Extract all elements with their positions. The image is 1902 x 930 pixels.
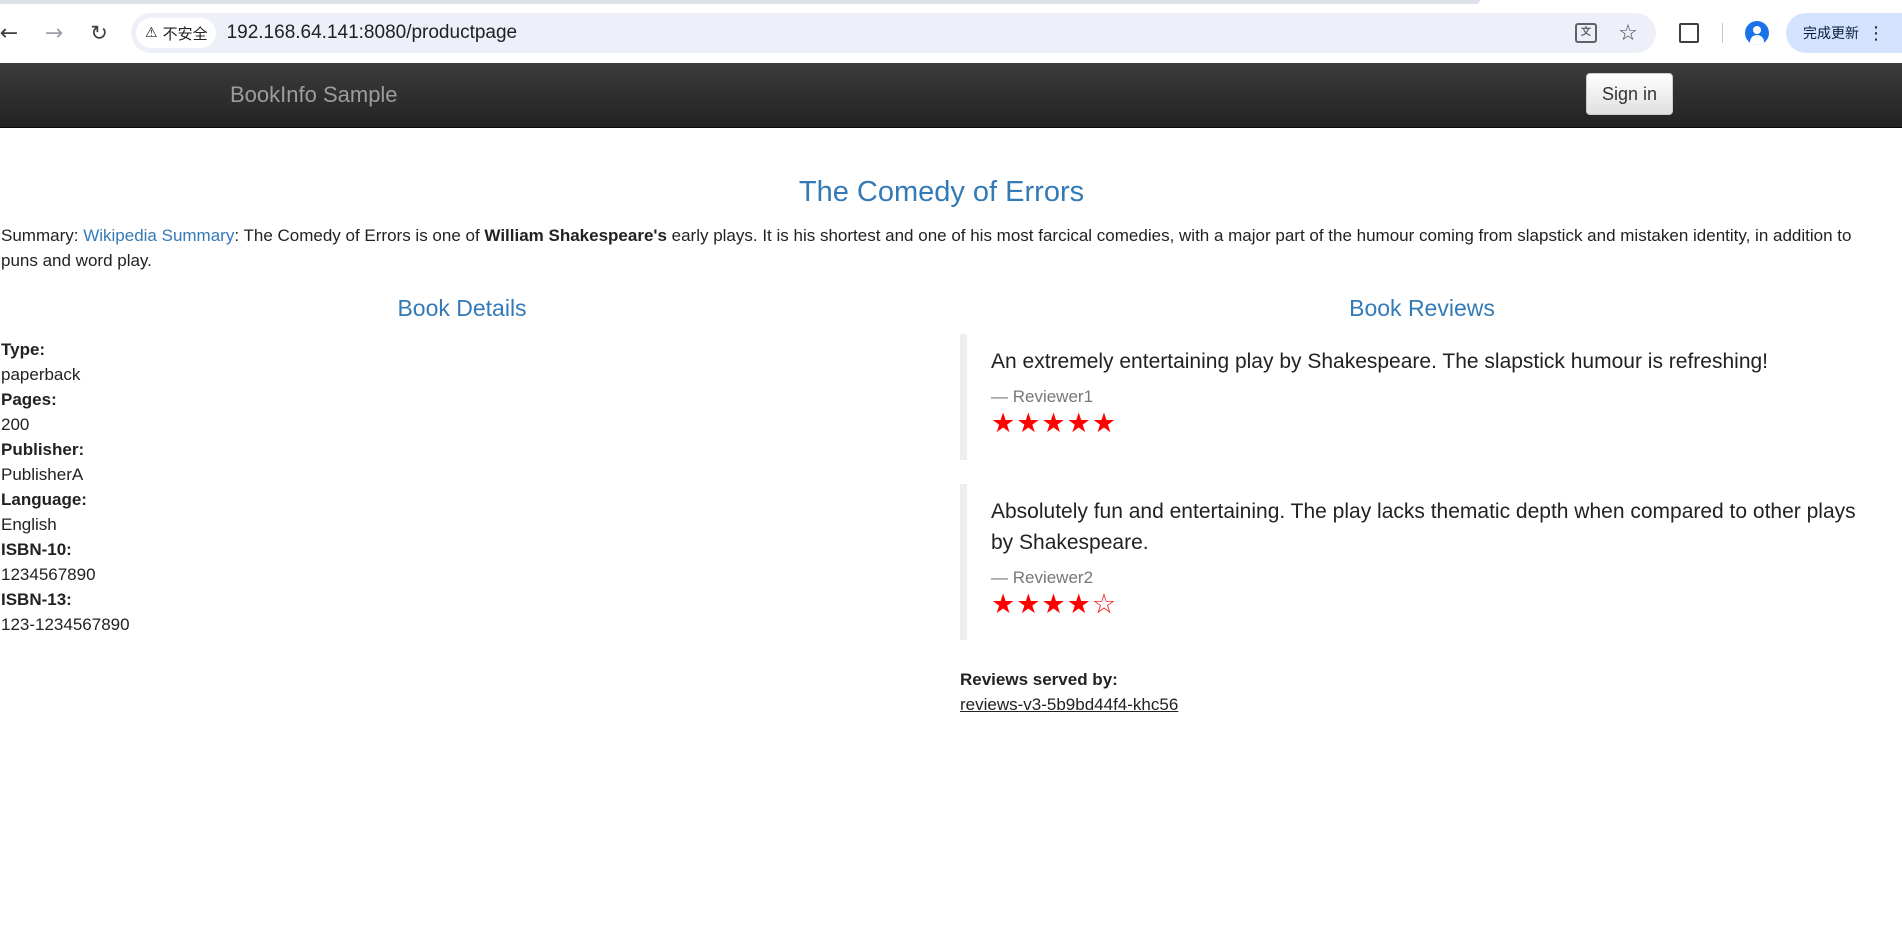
isbn10-value: 1234567890 bbox=[1, 565, 96, 584]
bookmark-button[interactable]: ☆ bbox=[1616, 20, 1640, 46]
product-summary: Summary: Wikipedia Summary: The Comedy o… bbox=[1, 223, 1881, 273]
brand-link[interactable]: BookInfo Sample bbox=[230, 82, 398, 108]
pages-label: Pages: bbox=[1, 390, 57, 409]
profile-button[interactable] bbox=[1742, 18, 1772, 48]
review-author: — Reviewer1 bbox=[991, 387, 1094, 406]
reviews-served-by: Reviews served by: reviews-v3-5b9bd44f4-… bbox=[960, 667, 1178, 717]
security-label: 不安全 bbox=[162, 25, 208, 43]
translate-icon: 文 bbox=[1575, 23, 1597, 43]
forward-button[interactable]: → bbox=[39, 18, 69, 48]
update-button[interactable]: 完成更新 ⋮ bbox=[1786, 13, 1902, 53]
star-rating-icon: ★★★★★ bbox=[991, 408, 1118, 439]
update-label: 完成更新 bbox=[1803, 25, 1859, 41]
browser-toolbar: ← → ↻ ⚠ 不安全 192.168.64.141:8080/productp… bbox=[0, 0, 1902, 64]
security-indicator[interactable]: ⚠ 不安全 bbox=[136, 18, 216, 48]
summary-prefix: Summary: bbox=[1, 226, 84, 245]
back-button[interactable]: ← bbox=[0, 18, 24, 48]
language-label: Language: bbox=[1, 490, 87, 509]
review-card: An extremely entertaining play by Shakes… bbox=[960, 334, 1880, 460]
more-vert-icon: ⋮ bbox=[1867, 22, 1885, 44]
address-bar[interactable]: ⚠ 不安全 192.168.64.141:8080/productpage 文 … bbox=[131, 13, 1656, 53]
summary-author: William Shakespeare's bbox=[484, 226, 667, 245]
reload-button[interactable]: ↻ bbox=[84, 18, 114, 48]
arrow-right-icon: → bbox=[44, 20, 64, 46]
book-reviews-heading: Book Reviews bbox=[1349, 295, 1495, 321]
book-details-heading: Book Details bbox=[397, 295, 527, 321]
star-rating-icon: ★★★★☆ bbox=[991, 589, 1118, 620]
site-navbar: BookInfo Sample Sign in bbox=[0, 63, 1902, 128]
profile-icon bbox=[1745, 21, 1769, 45]
page-title: The Comedy of Errors bbox=[798, 176, 1085, 208]
sign-in-button[interactable]: Sign in bbox=[1586, 73, 1673, 115]
url-text[interactable]: 192.168.64.141:8080/productpage bbox=[227, 22, 518, 44]
warning-icon: ⚠ bbox=[145, 25, 158, 41]
summary-mid: : The Comedy of Errors is one of bbox=[234, 226, 485, 245]
language-value: English bbox=[1, 515, 57, 534]
reload-icon: ↻ bbox=[90, 21, 108, 45]
book-details-list: Type: paperback Pages: 200 Publisher: Pu… bbox=[1, 337, 130, 637]
review-text: An extremely entertaining play by Shakes… bbox=[991, 350, 1769, 373]
extensions-button[interactable] bbox=[1674, 18, 1704, 48]
review-text: Absolutely fun and entertaining. The pla… bbox=[991, 500, 1856, 554]
served-label: Reviews served by: bbox=[960, 670, 1118, 689]
review-card: Absolutely fun and entertaining. The pla… bbox=[960, 484, 1880, 640]
wikipedia-summary-link[interactable]: Wikipedia Summary bbox=[83, 226, 234, 245]
star-icon: ☆ bbox=[1618, 20, 1638, 46]
isbn13-value: 123-1234567890 bbox=[1, 615, 130, 634]
served-pod-link[interactable]: reviews-v3-5b9bd44f4-khc56 bbox=[960, 692, 1178, 717]
tab-strip bbox=[0, 0, 1480, 4]
translate-button[interactable]: 文 bbox=[1574, 21, 1598, 45]
isbn13-label: ISBN-13: bbox=[1, 590, 72, 609]
isbn10-label: ISBN-10: bbox=[1, 540, 72, 559]
type-value: paperback bbox=[1, 365, 81, 384]
arrow-left-icon: ← bbox=[0, 20, 19, 46]
publisher-label: Publisher: bbox=[1, 440, 85, 459]
type-label: Type: bbox=[1, 340, 46, 359]
puzzle-icon bbox=[1679, 23, 1699, 43]
pages-value: 200 bbox=[1, 415, 30, 434]
review-author: — Reviewer2 bbox=[991, 568, 1094, 587]
toolbar-divider bbox=[1722, 23, 1723, 43]
publisher-value: PublisherA bbox=[1, 465, 84, 484]
